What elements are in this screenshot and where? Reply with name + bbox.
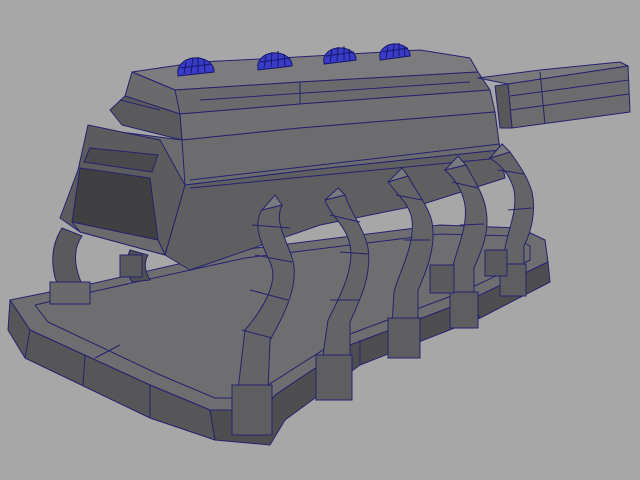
back-foot xyxy=(429,264,455,294)
polygon-model-wireframe-on-shaded[interactable] xyxy=(0,0,640,480)
side-barrel[interactable] xyxy=(477,61,631,129)
maya-perspective-viewport[interactable] xyxy=(0,0,640,480)
back-foot xyxy=(484,249,508,277)
leg-rear-left[interactable] xyxy=(49,227,91,305)
back-foot xyxy=(119,254,143,278)
